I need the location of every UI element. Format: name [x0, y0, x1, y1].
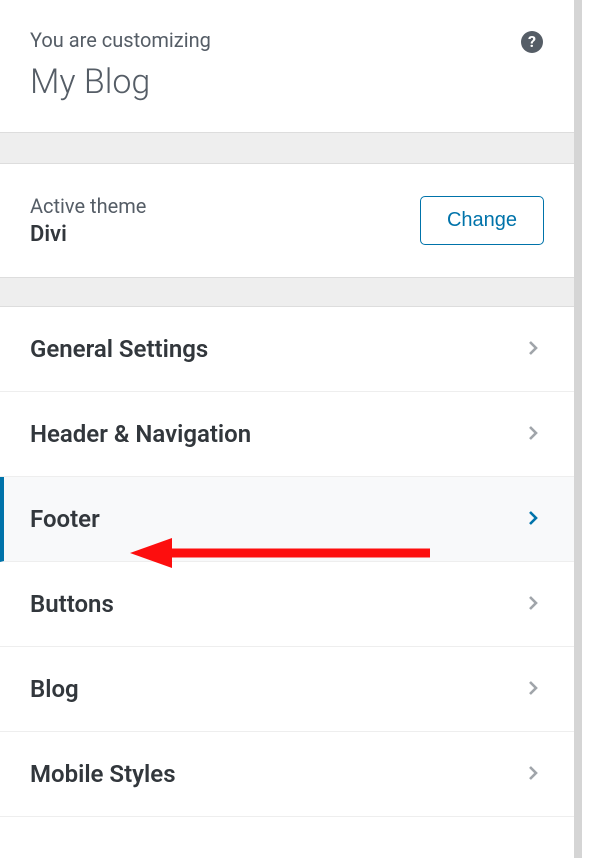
panel-header: You are customizing My Blog ?: [0, 0, 574, 132]
menu-item-label: Buttons: [30, 590, 114, 618]
chevron-right-icon: [524, 509, 544, 529]
menu-item-buttons[interactable]: Buttons: [0, 562, 574, 647]
menu-item-mobile-styles[interactable]: Mobile Styles: [0, 732, 574, 817]
menu-item-blog[interactable]: Blog: [0, 647, 574, 732]
change-theme-button[interactable]: Change: [420, 196, 544, 245]
menu-item-label: Footer: [30, 505, 100, 533]
menu-item-label: Header & Navigation: [30, 420, 251, 448]
section-divider: [0, 132, 574, 164]
chevron-right-icon: [524, 424, 544, 444]
settings-menu: General Settings Header & Navigation Foo…: [0, 307, 574, 817]
menu-item-footer[interactable]: Footer: [0, 477, 574, 562]
theme-info: Active theme Divi: [30, 194, 146, 247]
customizing-label: You are customizing: [30, 28, 544, 52]
menu-item-general-settings[interactable]: General Settings: [0, 307, 574, 392]
chevron-right-icon: [524, 679, 544, 699]
help-icon[interactable]: ?: [520, 30, 544, 54]
chevron-right-icon: [524, 594, 544, 614]
theme-name: Divi: [30, 222, 146, 247]
chevron-right-icon: [524, 339, 544, 359]
menu-item-header-navigation[interactable]: Header & Navigation: [0, 392, 574, 477]
customizer-panel: You are customizing My Blog ? Active the…: [0, 0, 582, 858]
menu-item-label: Blog: [30, 675, 79, 703]
site-title: My Blog: [30, 62, 544, 102]
menu-item-label: General Settings: [30, 335, 208, 363]
section-divider: [0, 277, 574, 307]
chevron-right-icon: [524, 764, 544, 784]
active-theme-label: Active theme: [30, 194, 146, 218]
svg-text:?: ?: [528, 32, 536, 51]
menu-item-label: Mobile Styles: [30, 760, 176, 788]
theme-section: Active theme Divi Change: [0, 164, 574, 277]
